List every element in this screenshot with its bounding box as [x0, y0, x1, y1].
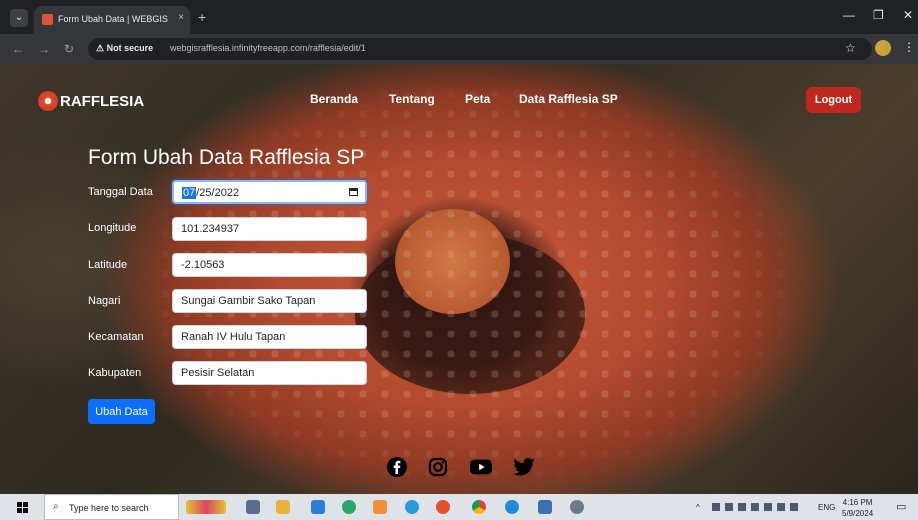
nav-data-rafflesia[interactable]: Data Rafflesia SP	[519, 92, 618, 106]
task-view-icon[interactable]	[246, 500, 260, 514]
ubah-data-button[interactable]: Ubah Data	[88, 399, 155, 424]
back-icon[interactable]: ←	[12, 42, 24, 56]
windows-start-icon[interactable]	[17, 502, 28, 513]
label-kabupaten: Kabupaten	[88, 367, 142, 379]
app-window-icon[interactable]	[538, 500, 552, 514]
label-nagari: Nagari	[88, 295, 121, 307]
reload-icon[interactable]: ↻	[64, 42, 74, 56]
file-explorer-icon[interactable]	[276, 500, 290, 514]
tray-expand-icon[interactable]: ^	[696, 503, 700, 512]
taskbar-clock[interactable]: 4:16 PM 5/9/2024	[842, 497, 873, 519]
new-tab-button[interactable]: +	[198, 9, 206, 25]
edge-icon[interactable]	[505, 500, 519, 514]
latitude-input[interactable]: -2.10563	[172, 253, 367, 277]
bookmark-star-icon[interactable]: ☆	[845, 41, 856, 55]
flower-spots	[0, 64, 918, 494]
logout-button[interactable]: Logout	[806, 87, 861, 113]
date-month-segment[interactable]: 07	[182, 187, 197, 199]
tab-title: Form Ubah Data | WEBGIS Raffl	[58, 14, 170, 24]
restore-icon[interactable]: ❐	[873, 8, 884, 22]
taskbar-search-box[interactable]: ⌕ Type here to search	[44, 494, 179, 520]
search-icon: ⌕	[53, 501, 59, 512]
not-secure-indicator[interactable]: ⚠ Not secure	[96, 43, 153, 54]
notification-icon[interactable]: ▭	[896, 500, 906, 513]
rafflesia-logo-icon	[38, 91, 58, 111]
close-window-icon[interactable]: ✕	[903, 8, 913, 22]
chrome-icon[interactable]	[472, 500, 486, 514]
minimize-icon[interactable]: —	[843, 8, 855, 22]
twitter-icon[interactable]	[513, 456, 535, 478]
tab-search-icon[interactable]: ⌄	[10, 9, 28, 27]
nav-peta[interactable]: Peta	[465, 92, 490, 106]
brand-name: RAFFLESIA	[60, 92, 145, 110]
browser-toolbar: ← → ↻ ⚠ Not secure webgisrafflesia.infin…	[0, 34, 918, 64]
kabupaten-input[interactable]: Pesisir Selatan	[172, 361, 367, 385]
clock-date: 5/9/2024	[842, 509, 874, 518]
youtube-icon[interactable]	[470, 456, 492, 478]
language-indicator[interactable]: ENG	[818, 503, 835, 512]
misc-app-icon[interactable]	[570, 500, 584, 514]
label-tanggal-data: Tanggal Data	[88, 186, 153, 198]
label-latitude: Latitude	[88, 259, 128, 271]
favicon-icon	[42, 14, 53, 25]
address-bar[interactable]: ⚠ Not secure webgisrafflesia.infinityfre…	[88, 38, 872, 60]
page-hero-background: RAFFLESIA Beranda Tentang Peta Data Raff…	[0, 64, 918, 494]
telegram-icon[interactable]	[405, 500, 419, 514]
kecamatan-input[interactable]: Ranah IV Hulu Tapan	[172, 325, 367, 349]
system-tray-icons[interactable]	[712, 503, 802, 511]
form-title: Form Ubah Data Rafflesia SP	[88, 146, 365, 169]
browser-tab-strip: ⌄ Form Ubah Data | WEBGIS Raffl × + — ❐ …	[0, 0, 918, 34]
xampp-icon[interactable]	[373, 500, 387, 514]
url-text[interactable]: webgisrafflesia.infinityfreeapp.com/raff…	[170, 43, 366, 53]
forward-icon[interactable]: →	[38, 42, 50, 56]
taskbar-search-placeholder: Type here to search	[69, 503, 149, 513]
site-logo[interactable]: RAFFLESIA	[38, 91, 144, 111]
instagram-icon[interactable]	[427, 456, 449, 478]
label-kecamatan: Kecamatan	[88, 331, 144, 343]
windows-taskbar: ⌕ Type here to search ^ ENG 4:16 PM 5/9/…	[0, 494, 918, 520]
clock-time: 4:16 PM	[842, 498, 873, 507]
browser-tab[interactable]: Form Ubah Data | WEBGIS Raffl ×	[34, 6, 190, 34]
tulips-widget-icon[interactable]	[186, 500, 226, 514]
date-input[interactable]: 07/25/2022	[172, 180, 367, 204]
firefox-icon[interactable]	[436, 500, 450, 514]
longitude-input[interactable]: 101.234937	[172, 217, 367, 241]
date-rest: /25/2022	[196, 187, 240, 199]
nagari-input[interactable]: Sungai Gambir Sako Tapan	[172, 289, 367, 313]
tab-close-icon[interactable]: ×	[178, 12, 184, 23]
label-longitude: Longitude	[88, 222, 137, 234]
nav-tentang[interactable]: Tentang	[389, 92, 435, 106]
app-q-icon[interactable]	[342, 500, 356, 514]
facebook-icon[interactable]	[386, 456, 408, 478]
nav-beranda[interactable]: Beranda	[310, 92, 358, 106]
calendar-icon[interactable]	[349, 188, 358, 196]
vscode-icon[interactable]	[311, 500, 325, 514]
profile-avatar[interactable]	[875, 40, 891, 56]
menu-kebab-icon[interactable]: ⋮	[903, 40, 915, 54]
